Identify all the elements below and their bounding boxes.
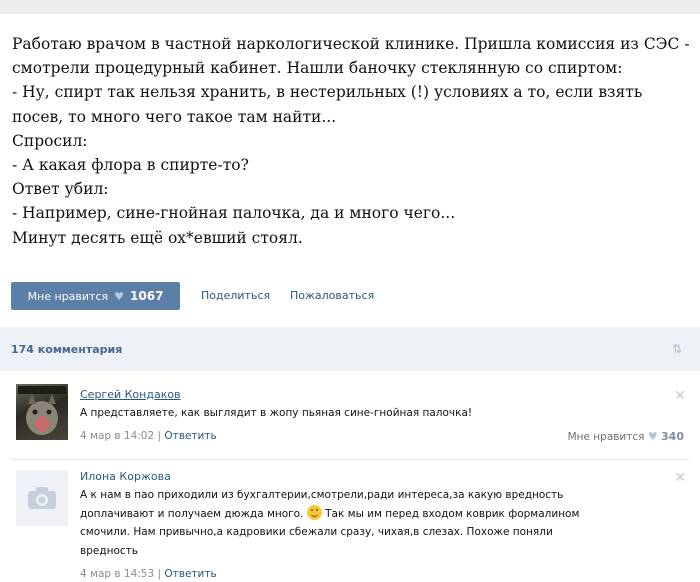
post-text: Работаю врачом в частной наркологической… bbox=[12, 32, 690, 250]
comments-bar: 174 комментария ⇅ bbox=[0, 327, 700, 371]
top-bar bbox=[0, 0, 700, 14]
comment-text-line: смочили. Нам привычно,а кадровики сбежал… bbox=[80, 526, 553, 538]
avatar[interactable] bbox=[16, 470, 68, 526]
share-link[interactable]: Поделиться bbox=[201, 289, 270, 302]
post-line: Работаю врачом в частной наркологической… bbox=[12, 35, 690, 53]
comment-like-label: Мне нравится bbox=[567, 431, 645, 443]
comment-text-part: Так мы им перед входом коврик формалином bbox=[325, 507, 580, 520]
comment-text-line: А представляете, как выглядит в жопу пья… bbox=[80, 407, 473, 419]
comment-like-count: 340 bbox=[661, 430, 684, 443]
report-link[interactable]: Пожаловаться bbox=[290, 289, 374, 302]
post-line: Ответ убил: bbox=[12, 180, 109, 199]
comment-date[interactable]: 4 мар в 14:02 bbox=[80, 430, 154, 442]
post-line: смотрели процедурный кабинет. Нашли бано… bbox=[12, 59, 623, 78]
comment: Илона Коржова А к нам в пао приходили из… bbox=[0, 468, 700, 582]
comment-author[interactable]: Сергей Кондаков bbox=[80, 388, 181, 401]
post-line: Минут десять ещё ох*евший стоял. bbox=[12, 228, 303, 247]
avatar[interactable] bbox=[16, 384, 68, 440]
heart-icon: ♥ bbox=[647, 430, 658, 443]
comment-text-line: А к нам в пао приходили из бухгалтерии,с… bbox=[80, 489, 564, 501]
close-icon[interactable]: ✕ bbox=[674, 388, 686, 404]
comments-count[interactable]: 174 комментария bbox=[11, 343, 122, 356]
post-line: посев, то много чего такое там найти... bbox=[12, 107, 337, 126]
smile-emoji-icon bbox=[306, 504, 322, 520]
post-line: Спросил: bbox=[12, 131, 88, 150]
comment-meta: 4 мар в 14:02 | Ответить bbox=[80, 430, 217, 442]
post-line: - Например, сине-гнойная палочка, да и м… bbox=[12, 204, 456, 223]
comment-like[interactable]: Мне нравится ♥ 340 bbox=[568, 430, 684, 443]
close-icon[interactable]: ✕ bbox=[674, 470, 686, 486]
camera-icon bbox=[28, 487, 56, 509]
comment-date[interactable]: 4 мар в 14:53 bbox=[80, 568, 154, 580]
post-line: - А какая флора в спирте-то? bbox=[12, 156, 249, 175]
like-button[interactable]: Мне нравится ♥ 1067 bbox=[11, 282, 180, 310]
comment-text-part: доплачивают и получаем дюжда много. bbox=[80, 507, 304, 520]
reply-link[interactable]: Ответить bbox=[164, 568, 216, 580]
comment-meta: 4 мар в 14:53 | Ответить bbox=[80, 568, 217, 580]
cat-photo-icon bbox=[18, 386, 66, 435]
heart-icon: ♥ bbox=[114, 289, 125, 303]
comment-text: А к нам в пао приходили из бухгалтерии,с… bbox=[80, 486, 579, 560]
like-count: 1067 bbox=[130, 289, 164, 303]
comment-text-line: вредность bbox=[80, 544, 138, 557]
sort-arrows-icon[interactable]: ⇅ bbox=[672, 342, 682, 356]
comment-author[interactable]: Илона Коржова bbox=[80, 470, 171, 483]
like-label: Мне нравится bbox=[27, 289, 109, 303]
comment-text-line: доплачивают и получаем дюжда много. Так … bbox=[80, 504, 580, 524]
divider bbox=[11, 459, 689, 460]
post-line: - Ну, спирт так нельзя хранить, в нестер… bbox=[12, 83, 643, 102]
comment: Сергей Кондаков А представляете, как выг… bbox=[0, 384, 700, 454]
comment-text: А представляете, как выглядит в жопу пья… bbox=[80, 404, 472, 423]
reply-link[interactable]: Ответить bbox=[164, 430, 216, 442]
